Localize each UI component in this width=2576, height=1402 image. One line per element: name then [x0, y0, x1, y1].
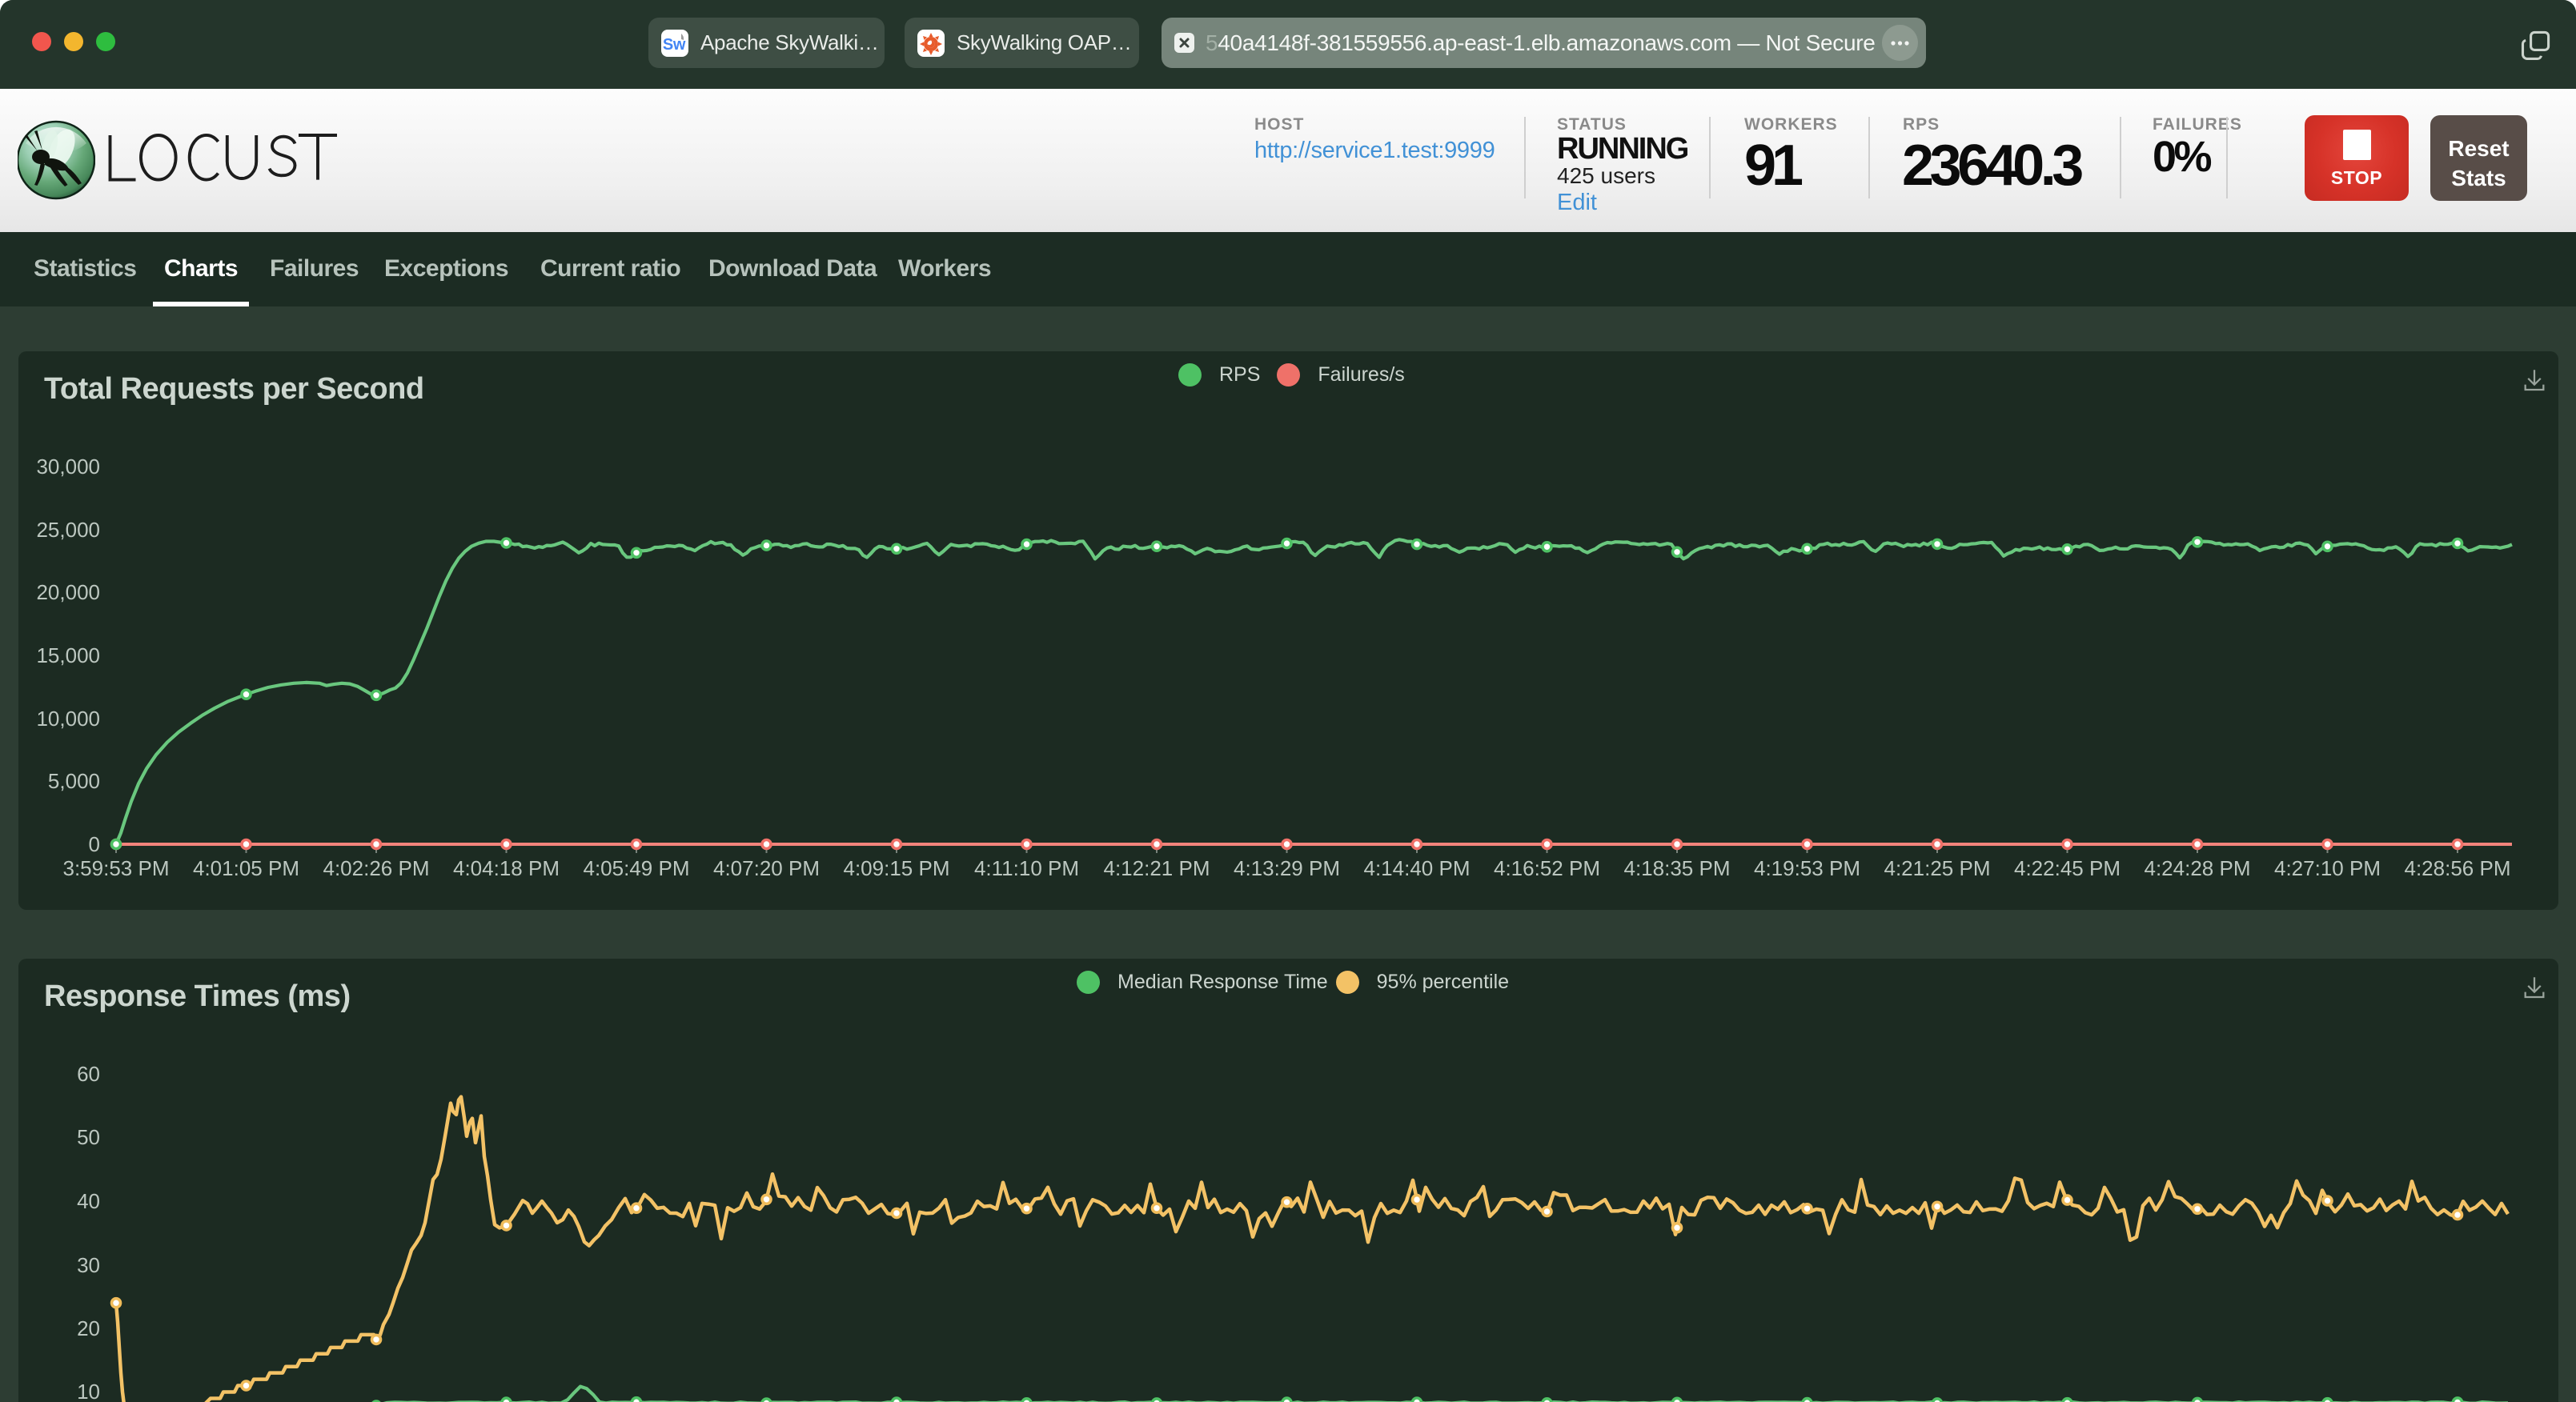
svg-text:20,000: 20,000	[36, 580, 100, 604]
svg-text:4:02:26 PM: 4:02:26 PM	[323, 856, 430, 880]
svg-text:4:12:21 PM: 4:12:21 PM	[1104, 856, 1210, 880]
svg-text:30,000: 30,000	[36, 455, 100, 479]
svg-text:5,000: 5,000	[48, 769, 100, 793]
svg-text:4:01:05 PM: 4:01:05 PM	[193, 856, 299, 880]
svg-text:4:11:10 PM: 4:11:10 PM	[974, 856, 1079, 880]
svg-text:4:22:45 PM: 4:22:45 PM	[2014, 856, 2121, 880]
svg-text:30: 30	[77, 1253, 100, 1277]
svg-text:4:05:49 PM: 4:05:49 PM	[584, 856, 690, 880]
svg-text:60: 60	[77, 1062, 100, 1086]
svg-text:4:04:18 PM: 4:04:18 PM	[453, 856, 560, 880]
svg-text:0: 0	[89, 832, 100, 856]
svg-text:4:18:35 PM: 4:18:35 PM	[1624, 856, 1731, 880]
svg-text:4:27:10 PM: 4:27:10 PM	[2274, 856, 2381, 880]
svg-text:4:07:20 PM: 4:07:20 PM	[713, 856, 820, 880]
svg-text:3:59:53 PM: 3:59:53 PM	[63, 856, 170, 880]
svg-text:10,000: 10,000	[36, 707, 100, 731]
svg-text:4:21:25 PM: 4:21:25 PM	[1884, 856, 1991, 880]
svg-text:20: 20	[77, 1316, 100, 1340]
svg-text:25,000: 25,000	[36, 518, 100, 542]
svg-text:15,000: 15,000	[36, 643, 100, 667]
svg-text:4:24:28 PM: 4:24:28 PM	[2145, 856, 2251, 880]
svg-text:4:28:56 PM: 4:28:56 PM	[2405, 856, 2511, 880]
svg-text:4:19:53 PM: 4:19:53 PM	[1754, 856, 1860, 880]
svg-text:4:13:29 PM: 4:13:29 PM	[1234, 856, 1340, 880]
svg-text:4:14:40 PM: 4:14:40 PM	[1364, 856, 1471, 880]
svg-text:Sw: Sw	[663, 36, 686, 54]
svg-text:50: 50	[77, 1125, 100, 1149]
svg-text:4:16:52 PM: 4:16:52 PM	[1494, 856, 1600, 880]
svg-text:40: 40	[77, 1189, 100, 1213]
svg-text:4:09:15 PM: 4:09:15 PM	[844, 856, 950, 880]
svg-text:10: 10	[77, 1380, 100, 1402]
